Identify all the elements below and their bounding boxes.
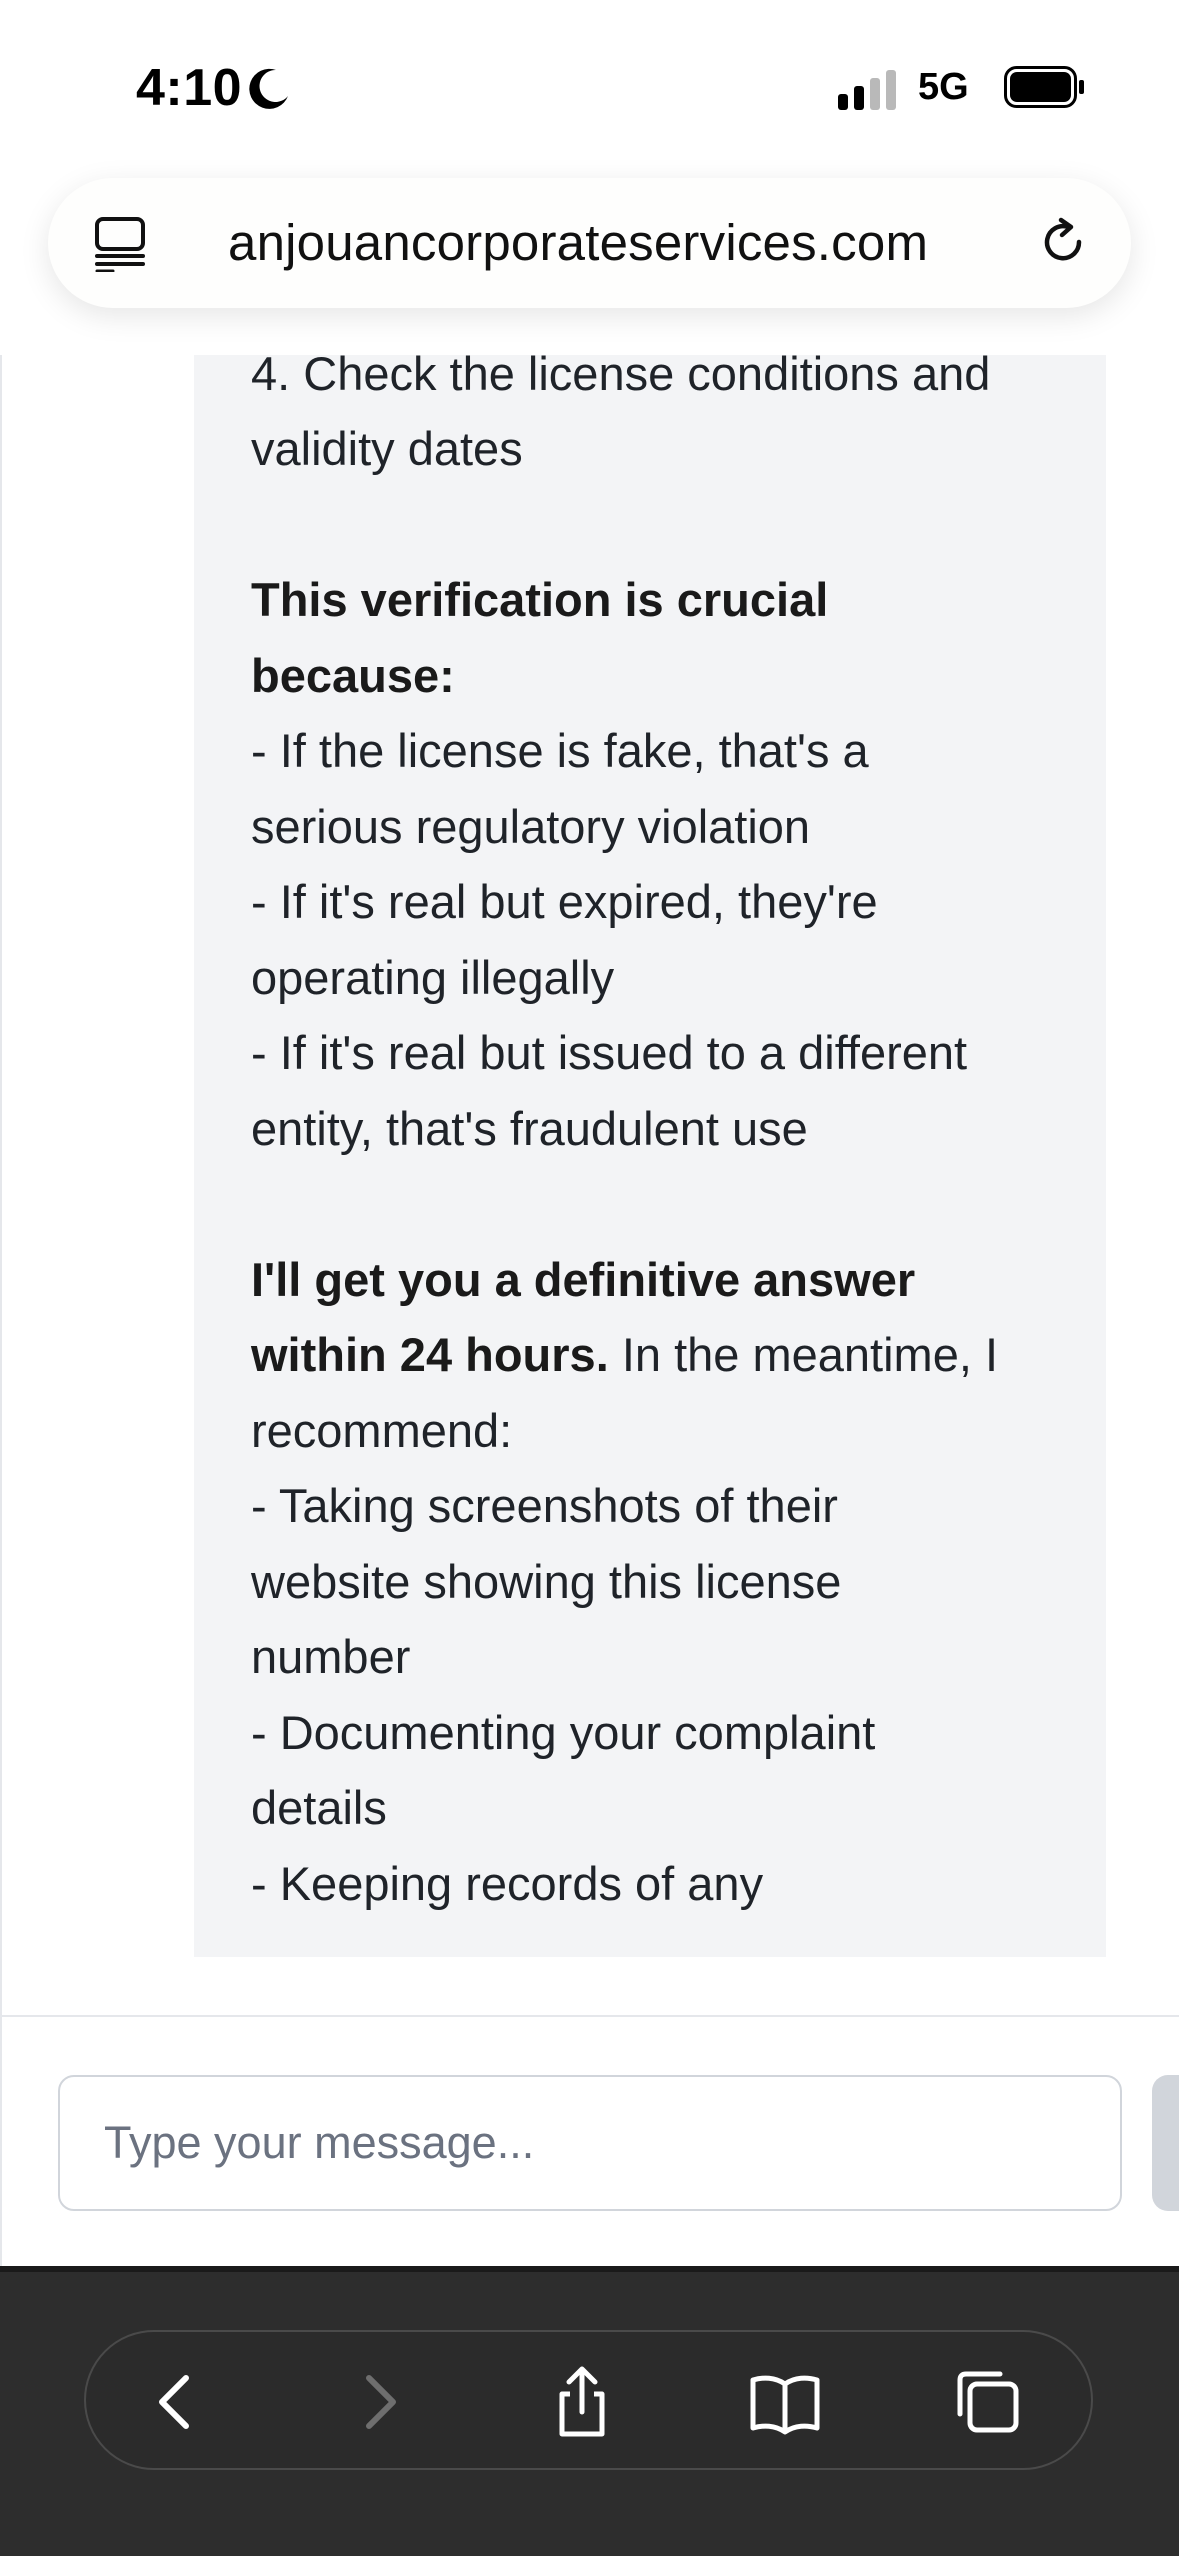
message-line: validity dates <box>251 422 523 475</box>
status-time: 4:10 <box>136 59 243 117</box>
network-label: 5G <box>918 66 969 108</box>
message-line: - Keeping records of any <box>251 1856 764 1910</box>
message-line: recommend: <box>251 1403 513 1457</box>
message-line: - If it's real but issued to a different <box>251 1026 968 1079</box>
address-bar[interactable]: anjouancorporateservices.com <box>48 178 1131 308</box>
status-bar: 4:10 5G <box>0 0 1179 175</box>
message-text: to "Slot Bunny Casino" 4. Check the lice… <box>251 355 1051 1921</box>
message-line: details <box>251 1781 387 1834</box>
message-line: operating illegally <box>251 950 615 1004</box>
url-text[interactable]: anjouancorporateservices.com <box>228 213 928 272</box>
back-icon[interactable] <box>136 2362 216 2442</box>
answer-text: In the meantime, I <box>608 1328 999 1381</box>
message-line: - Taking screenshots of their <box>251 1479 838 1532</box>
message-line: within 24 hours. In the meantime, I <box>251 1317 1051 1393</box>
message-input[interactable] <box>58 2075 1122 2211</box>
chat-panel: to "Slot Bunny Casino" 4. Check the lice… <box>0 355 1179 2015</box>
message-line: number <box>251 1630 411 1683</box>
toolbar-pill <box>84 2330 1093 2470</box>
answer-bold: within 24 hours. <box>251 1328 609 1381</box>
battery-icon <box>1004 66 1084 108</box>
verification-heading: This verification is crucial <box>251 573 829 626</box>
page-menu-icon[interactable] <box>93 216 147 272</box>
message-line: because: <box>251 638 1051 714</box>
share-icon[interactable] <box>542 2362 622 2442</box>
message-line: entity, that's fraudulent use <box>251 1101 808 1155</box>
message-line: serious regulatory violation <box>251 799 811 853</box>
signal-icon <box>838 70 896 110</box>
tabs-icon[interactable] <box>948 2362 1028 2442</box>
answer-bold: I'll get you a definitive answer <box>251 1252 916 1306</box>
browser-toolbar <box>0 2272 1179 2556</box>
reload-icon[interactable] <box>1035 214 1091 270</box>
message-line: - Documenting your complaint <box>251 1705 876 1759</box>
message-line: - If it's real but expired, they're <box>251 875 878 928</box>
bookmarks-icon[interactable] <box>745 2362 825 2442</box>
input-area <box>0 2015 1179 2270</box>
send-button[interactable] <box>1152 2075 1179 2211</box>
message-line: 4. Check the license conditions and <box>251 355 991 400</box>
message-line: - If the license is fake, that's a <box>251 724 869 777</box>
assistant-message: to "Slot Bunny Casino" 4. Check the lice… <box>194 355 1106 1957</box>
message-line: website showing this license <box>251 1554 842 1608</box>
verification-heading: because: <box>251 648 455 702</box>
forward-icon[interactable] <box>339 2362 419 2442</box>
message-line: I'll get you a definitive answer <box>251 1242 1051 1318</box>
message-line: This verification is crucial <box>251 562 1051 638</box>
moon-icon <box>249 68 288 109</box>
